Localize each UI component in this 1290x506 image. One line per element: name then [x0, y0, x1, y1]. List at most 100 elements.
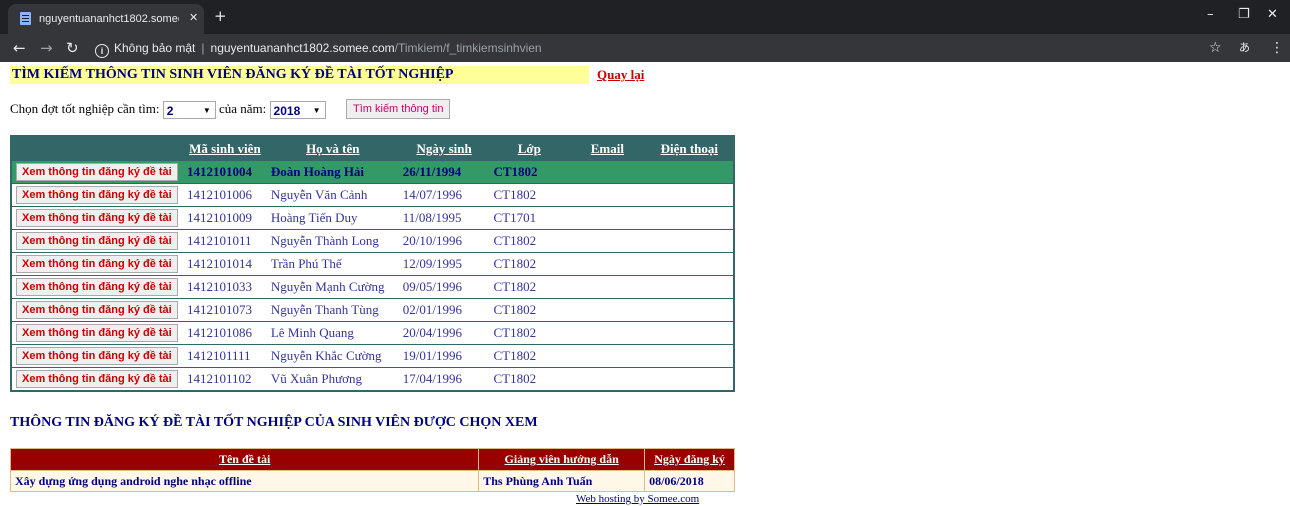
view-registration-button[interactable]: Xem thông tin đăng ký đề tài: [16, 163, 178, 181]
phone-cell: [645, 344, 734, 368]
action-cell: Xem thông tin đăng ký đề tài: [11, 344, 183, 368]
class-cell: CT1802: [489, 344, 570, 368]
student-id-cell: 1412101033: [182, 275, 267, 299]
dob-cell: 02/01/1996: [398, 298, 490, 322]
dob-cell: 20/04/1996: [398, 321, 490, 345]
action-cell: Xem thông tin đăng ký đề tài: [11, 298, 183, 322]
round-select[interactable]: 2 ▼: [162, 101, 216, 120]
dob-cell: 20/10/1996: [398, 229, 490, 253]
table-row: Xây dựng ứng dụng android nghe nhạc offl…: [9, 470, 735, 492]
student-id-cell: 1412101102: [182, 367, 267, 391]
page-title: TÌM KIẾM THÔNG TIN SINH VIÊN ĐĂNG KÝ ĐỀ …: [10, 66, 589, 84]
view-registration-button[interactable]: Xem thông tin đăng ký đề tài: [16, 324, 178, 342]
back-arrow-icon[interactable]: ←: [13, 39, 26, 57]
table-row: Xem thông tin đăng ký đề tài 1412101011 Ng…: [11, 229, 734, 253]
dob-cell: 19/01/1996: [398, 344, 490, 368]
phone-cell: [645, 252, 734, 276]
dob-cell: 11/08/1995: [398, 206, 490, 230]
header-name[interactable]: Họ và tên: [266, 136, 399, 161]
class-cell: CT1802: [489, 229, 570, 253]
translate-icon[interactable]: あ: [1239, 39, 1250, 57]
class-cell: CT1802: [489, 160, 570, 184]
class-cell: CT1802: [489, 183, 570, 207]
phone-cell: [645, 229, 734, 253]
student-id-cell: 1412101111: [182, 344, 267, 368]
search-button[interactable]: Tìm kiếm thông tin: [346, 99, 451, 119]
view-registration-button[interactable]: Xem thông tin đăng ký đề tài: [16, 186, 178, 204]
table-row: Xem thông tin đăng ký đề tài 1412101004 Đo…: [11, 160, 734, 184]
year-label: của năm:: [219, 101, 267, 116]
table-row: Xem thông tin đăng ký đề tài 1412101073 Ng…: [11, 298, 734, 322]
chevron-down-icon: ▼: [202, 106, 211, 116]
table-row: Xem thông tin đăng ký đề tài 1412101033 Ng…: [11, 275, 734, 299]
year-select[interactable]: 2018 ▼: [269, 101, 326, 120]
header-topic[interactable]: Tên đề tài: [9, 448, 480, 471]
window-close-icon[interactable]: ✕: [1267, 7, 1278, 23]
class-cell: CT1701: [489, 206, 570, 230]
header-advisor[interactable]: Giảng viên hướng dẫn: [478, 448, 646, 471]
student-id-cell: 1412101009: [182, 206, 267, 230]
student-id-cell: 1412101073: [182, 298, 267, 322]
action-cell: Xem thông tin đăng ký đề tài: [11, 252, 183, 276]
student-id-cell: 1412101004: [182, 160, 267, 184]
restore-icon[interactable]: ❐: [1238, 7, 1250, 23]
view-registration-button[interactable]: Xem thông tin đăng ký đề tài: [16, 209, 178, 227]
view-registration-button[interactable]: Xem thông tin đăng ký đề tài: [16, 370, 178, 388]
class-cell: CT1802: [489, 252, 570, 276]
address-bar[interactable]: i Không bảo mật | nguyentuananhct1802.somee…: [91, 38, 1196, 58]
view-registration-button[interactable]: Xem thông tin đăng ký đề tài: [16, 301, 178, 319]
browser-title-bar: nguyentuananhct1802.somee.com/Timkiem/f_…: [0, 0, 1290, 34]
phone-cell: [645, 367, 734, 391]
action-cell: Xem thông tin đăng ký đề tài: [11, 160, 183, 184]
reload-icon[interactable]: ↻: [66, 39, 79, 57]
advisor-cell: Ths Phùng Anh Tuấn: [478, 470, 646, 492]
email-cell: [569, 298, 646, 322]
view-registration-button[interactable]: Xem thông tin đăng ký đề tài: [16, 232, 178, 250]
new-tab-icon[interactable]: +: [214, 7, 227, 25]
header-class[interactable]: Lớp: [489, 136, 570, 161]
forward-arrow-icon[interactable]: →: [40, 39, 53, 57]
student-name-cell: Đoàn Hoàng Hải: [266, 160, 399, 184]
header-registration-date[interactable]: Ngày đăng ký: [644, 448, 735, 471]
search-filter: Chọn đợt tốt nghiệp cần tìm: 2 ▼ của năm:…: [10, 99, 326, 120]
action-cell: Xem thông tin đăng ký đề tài: [11, 183, 183, 207]
page-favicon-icon: [20, 12, 31, 25]
header-phone[interactable]: Điện thoại: [645, 136, 734, 161]
view-registration-button[interactable]: Xem thông tin đăng ký đề tài: [16, 347, 178, 365]
table-row: Xem thông tin đăng ký đề tài 1412101009 Ho…: [11, 206, 734, 230]
header-dob[interactable]: Ngày sinh: [398, 136, 490, 161]
email-cell: [569, 321, 646, 345]
student-id-cell: 1412101011: [182, 229, 267, 253]
info-icon[interactable]: i: [95, 44, 109, 58]
tab-title: nguyentuananhct1802.somee.com/Timkiem/f_…: [39, 13, 179, 25]
view-registration-button[interactable]: Xem thông tin đăng ký đề tài: [16, 278, 178, 296]
table-row: Xem thông tin đăng ký đề tài 1412101086 Lê…: [11, 321, 734, 345]
table-row: Xem thông tin đăng ký đề tài 1412101111 Ng…: [11, 344, 734, 368]
security-label: Không bảo mật: [114, 41, 196, 55]
tab-close-icon[interactable]: ✕: [189, 11, 198, 25]
student-table: Mã sinh viên Họ và tên Ngày sinh Lớp Ema…: [10, 135, 735, 392]
menu-kebab-icon[interactable]: ⋮: [1270, 39, 1284, 57]
header-email[interactable]: Email: [569, 136, 646, 161]
dob-cell: 09/05/1996: [398, 275, 490, 299]
round-label: Chọn đợt tốt nghiệp cần tìm:: [10, 101, 160, 116]
email-cell: [569, 206, 646, 230]
browser-tab[interactable]: nguyentuananhct1802.somee.com/Timkiem/f_…: [8, 4, 204, 34]
phone-cell: [645, 275, 734, 299]
student-name-cell: Nguyễn Thanh Tùng: [266, 298, 399, 322]
class-cell: CT1802: [489, 298, 570, 322]
hosting-link[interactable]: Web hosting by Somee.com: [576, 493, 699, 506]
dob-cell: 17/04/1996: [398, 367, 490, 391]
back-link[interactable]: Quay lại: [597, 67, 644, 83]
dob-cell: 26/11/1994: [398, 160, 490, 184]
student-name-cell: Nguyễn Mạnh Cường: [266, 275, 399, 299]
email-cell: [569, 367, 646, 391]
view-registration-button[interactable]: Xem thông tin đăng ký đề tài: [16, 255, 178, 273]
minimize-icon[interactable]: –: [1207, 7, 1214, 23]
email-cell: [569, 275, 646, 299]
student-name-cell: Nguyễn Khắc Cường: [266, 344, 399, 368]
header-student-id[interactable]: Mã sinh viên: [182, 136, 267, 161]
header-action: [11, 136, 183, 161]
bookmark-star-icon[interactable]: ☆: [1209, 39, 1222, 57]
action-cell: Xem thông tin đăng ký đề tài: [11, 367, 183, 391]
